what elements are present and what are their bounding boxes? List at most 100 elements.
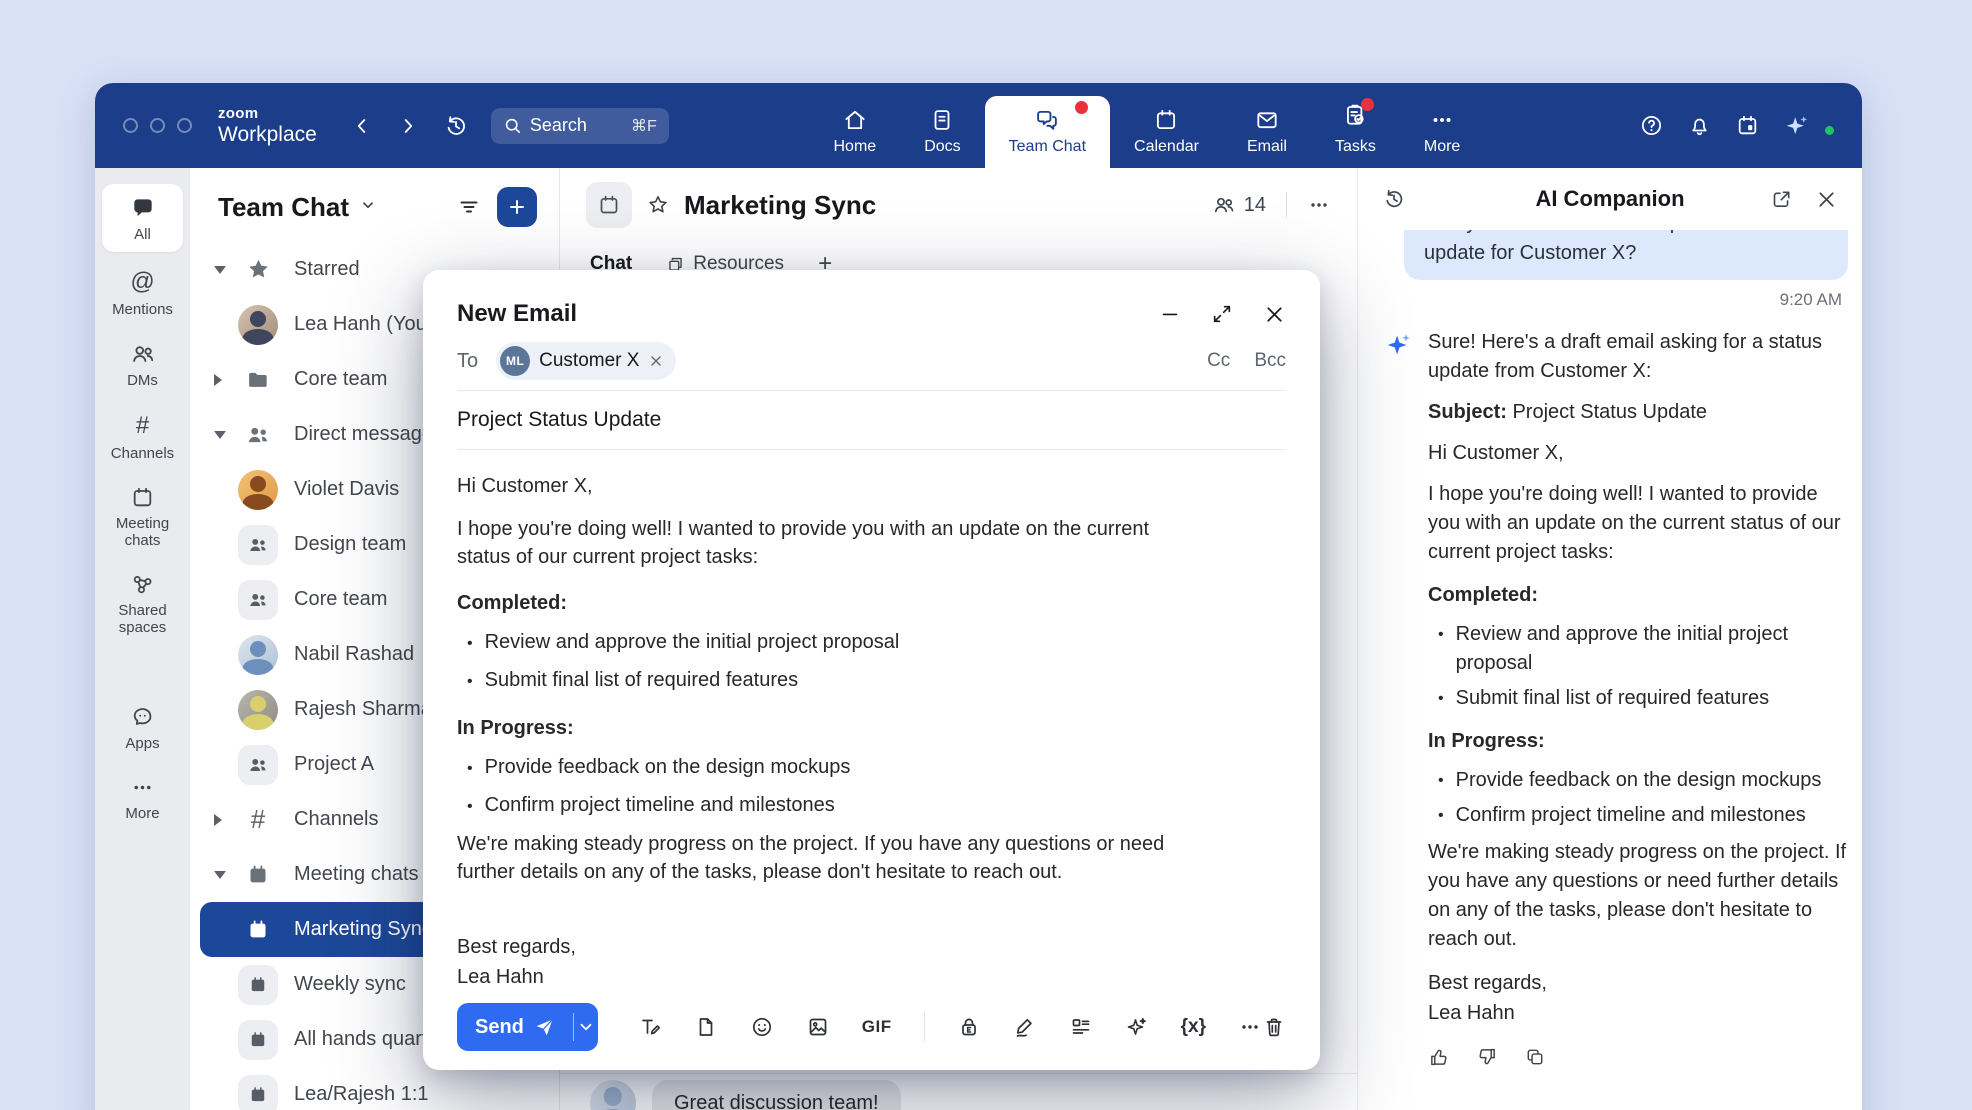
- nav-calendar[interactable]: Calendar: [1110, 91, 1223, 168]
- ai-completed-list: Review and approve the initial project p…: [1428, 620, 1848, 713]
- expand-button[interactable]: [1211, 303, 1233, 325]
- rail-item-all[interactable]: All: [102, 184, 183, 252]
- caret-right-icon[interactable]: [214, 814, 222, 826]
- team-chat-icon: [1034, 107, 1060, 133]
- item-label: Meeting chats: [294, 863, 419, 886]
- nav-docs[interactable]: Docs: [900, 91, 984, 168]
- ai-compose-button[interactable]: [1125, 1015, 1149, 1039]
- search-input[interactable]: Search ⌘F: [491, 108, 669, 144]
- more-tools-button[interactable]: [1238, 1015, 1262, 1039]
- caret-down-icon[interactable]: [214, 871, 226, 879]
- chevron-down-icon[interactable]: [359, 196, 377, 219]
- schedule-button[interactable]: [1735, 113, 1760, 138]
- discard-draft-button[interactable]: [1262, 1015, 1286, 1039]
- divider: [560, 1073, 1357, 1074]
- new-chat-button[interactable]: [497, 187, 537, 227]
- traffic-light-zoom[interactable]: [177, 118, 192, 133]
- ai-popout-button[interactable]: [1770, 188, 1793, 211]
- close-button[interactable]: [1263, 303, 1286, 326]
- bcc-button[interactable]: Bcc: [1254, 350, 1286, 372]
- send-options-button[interactable]: [573, 1003, 597, 1051]
- ai-close-button[interactable]: [1815, 188, 1838, 211]
- list-item: Provide feedback on the design mockups: [1438, 766, 1848, 795]
- traffic-light-minimize[interactable]: [150, 118, 165, 133]
- member-count-button[interactable]: 14: [1212, 193, 1266, 217]
- notifications-button[interactable]: [1687, 113, 1712, 138]
- channel-calendar-icon: [586, 182, 632, 228]
- variables-button[interactable]: {x}: [1181, 1016, 1206, 1038]
- ai-history-button[interactable]: [1382, 187, 1406, 211]
- back-button[interactable]: [351, 115, 373, 137]
- open-in-new-icon: [1770, 188, 1793, 211]
- apps-icon: [130, 705, 155, 730]
- rail-item-channels[interactable]: # Channels: [102, 412, 183, 462]
- modal-title: New Email: [457, 300, 577, 328]
- caret-down-icon[interactable]: [214, 431, 226, 439]
- recipient-avatar: ML: [500, 346, 530, 376]
- remove-recipient-button[interactable]: [648, 353, 664, 369]
- attach-file-button[interactable]: [694, 1015, 718, 1039]
- rail-item-mentions[interactable]: @ Mentions: [102, 268, 183, 318]
- send-button[interactable]: Send: [457, 1003, 573, 1051]
- insert-image-button[interactable]: [806, 1015, 830, 1039]
- traffic-light-close[interactable]: [123, 118, 138, 133]
- nav-email[interactable]: Email: [1223, 91, 1311, 168]
- email-body-editor[interactable]: Hi Customer X, I hope you're doing well!…: [457, 450, 1286, 984]
- star-filled-icon: [245, 256, 272, 283]
- email-intro: I hope you're doing well! I wanted to pr…: [457, 515, 1177, 571]
- channel-more-button[interactable]: [1307, 193, 1331, 217]
- subject-input[interactable]: Project Status Update: [457, 408, 661, 432]
- minimize-button[interactable]: [1159, 303, 1181, 325]
- ai-companion-button[interactable]: [1783, 112, 1811, 140]
- nav-tasks[interactable]: Tasks: [1311, 86, 1400, 168]
- history-button[interactable]: [443, 113, 469, 139]
- caret-down-icon[interactable]: [214, 266, 226, 274]
- help-button[interactable]: [1639, 113, 1664, 138]
- thumbs-up-button[interactable]: [1428, 1046, 1450, 1068]
- list-item: Review and approve the initial project p…: [1438, 620, 1848, 678]
- item-label: Channels: [294, 808, 379, 831]
- meeting-calendar-icon: [248, 1030, 268, 1050]
- rail-item-shared-spaces[interactable]: Shared spaces: [102, 572, 183, 636]
- hash-icon: #: [136, 412, 149, 440]
- conversation-lea-rajesh[interactable]: Lea/Rajesh 1:1: [190, 1067, 559, 1110]
- rail-more-label: More: [125, 805, 159, 822]
- nav-more[interactable]: More: [1400, 91, 1484, 168]
- format-button[interactable]: [638, 1015, 662, 1039]
- group-icon: [247, 534, 269, 556]
- nav-home[interactable]: Home: [810, 91, 901, 168]
- item-label: Lea/Rajesh 1:1: [294, 1083, 429, 1106]
- item-label: Core team: [294, 368, 387, 391]
- rail-item-meeting-chats[interactable]: Meeting chats: [102, 485, 183, 549]
- gif-button[interactable]: GIF: [862, 1017, 892, 1037]
- logo-workplace-text: Workplace: [218, 124, 317, 145]
- emoji-button[interactable]: [750, 1015, 774, 1039]
- filter-button[interactable]: [457, 195, 481, 219]
- close-icon: [1263, 303, 1286, 326]
- chat-bubble-icon: [130, 195, 156, 221]
- team-chat-title[interactable]: Team Chat: [218, 192, 349, 223]
- rail-item-apps[interactable]: Apps: [102, 705, 183, 752]
- ai-subject-label: Subject:: [1428, 401, 1507, 423]
- forward-button[interactable]: [397, 115, 419, 137]
- encrypt-button[interactable]: [957, 1015, 981, 1039]
- filter-icon: [457, 195, 481, 219]
- nav-team-chat[interactable]: Team Chat: [985, 96, 1110, 168]
- member-count-value: 14: [1244, 194, 1266, 217]
- plus-icon: [506, 196, 528, 218]
- star-channel-button[interactable]: [646, 193, 670, 217]
- copy-button[interactable]: [1524, 1046, 1546, 1068]
- search-shortcut: ⌘F: [631, 116, 657, 136]
- caret-right-icon[interactable]: [214, 374, 222, 386]
- cc-button[interactable]: Cc: [1207, 350, 1230, 372]
- signature-button[interactable]: [1013, 1015, 1037, 1039]
- ai-sparkle-icon: [1384, 330, 1414, 360]
- image-icon: [806, 1015, 830, 1039]
- rail-item-more[interactable]: More: [102, 775, 183, 822]
- template-button[interactable]: [1069, 1015, 1093, 1039]
- recipient-chip[interactable]: ML Customer X: [496, 342, 676, 380]
- rail-item-dms[interactable]: DMs: [102, 341, 183, 389]
- thumbs-down-button[interactable]: [1476, 1046, 1498, 1068]
- group-icon: [247, 589, 269, 611]
- calendar-icon: [130, 485, 155, 510]
